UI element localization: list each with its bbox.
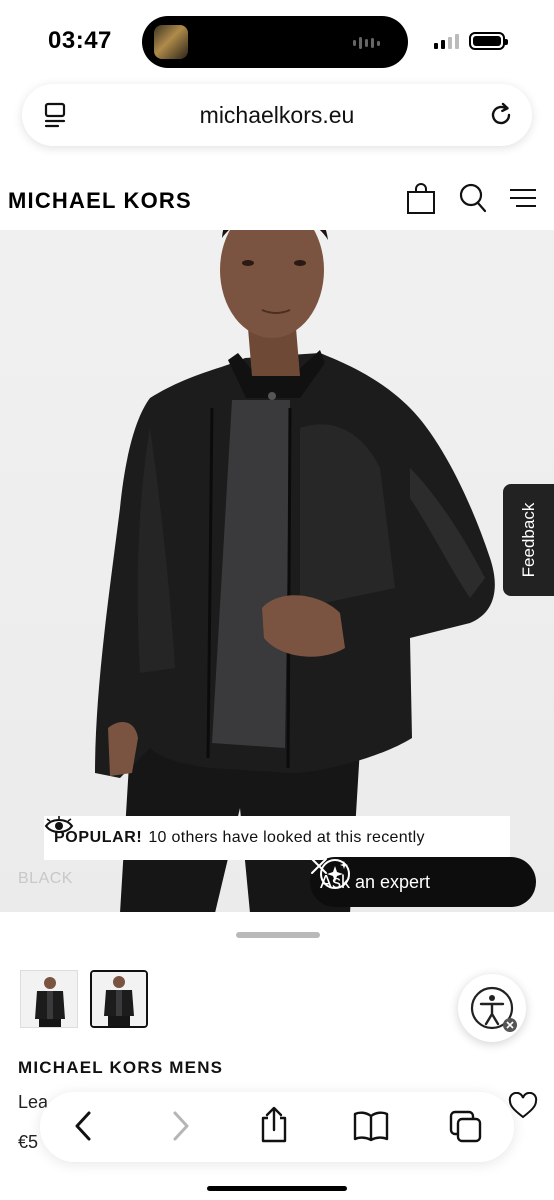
ask-an-expert-chip[interactable]: Ask an expert xyxy=(310,857,536,907)
model-illustration xyxy=(95,193,495,913)
product-hero-image[interactable]: Feedback POPULAR! 10 others have looked … xyxy=(0,168,554,913)
feedback-tab[interactable]: Feedback xyxy=(503,484,554,596)
audio-wave-icon xyxy=(353,37,380,49)
home-indicator xyxy=(207,1186,347,1191)
close-icon[interactable] xyxy=(310,857,328,875)
url-text[interactable]: michaelkors.eu xyxy=(22,102,532,129)
shopping-bag-icon[interactable] xyxy=(404,182,438,221)
hamburger-menu-icon[interactable] xyxy=(508,186,538,215)
dynamic-island[interactable] xyxy=(142,16,408,68)
feedback-label: Feedback xyxy=(518,502,538,578)
thumbnail-image xyxy=(92,972,146,1026)
product-thumbnail-selected[interactable] xyxy=(90,970,148,1028)
now-playing-artwork xyxy=(154,25,188,59)
back-icon[interactable] xyxy=(72,1110,94,1147)
popular-banner: POPULAR! 10 others have looked at this r… xyxy=(44,816,510,860)
popular-message: 10 others have looked at this recently xyxy=(148,829,425,846)
status-bar: 03:47 xyxy=(0,0,554,80)
forward-icon[interactable] xyxy=(170,1110,192,1147)
tab-overview-icon[interactable] xyxy=(448,1109,484,1150)
thumbnail-image xyxy=(21,971,77,1027)
search-icon[interactable] xyxy=(458,182,488,219)
site-header: MICHAEL KORS xyxy=(0,168,554,230)
color-name-label: BLACK xyxy=(18,870,73,887)
sheet-grabber[interactable] xyxy=(236,932,320,938)
bookmarks-icon[interactable] xyxy=(352,1110,390,1147)
cellular-signal-icon xyxy=(434,34,459,49)
address-bar[interactable]: michaelkors.eu xyxy=(22,84,532,146)
brand-logo[interactable]: MICHAEL KORS xyxy=(8,188,192,214)
product-brand: MICHAEL KORS MENS xyxy=(18,1058,224,1077)
accessibility-button[interactable] xyxy=(458,974,526,1042)
share-icon[interactable] xyxy=(258,1106,290,1149)
status-time: 03:47 xyxy=(48,27,112,54)
product-thumbnail[interactable] xyxy=(20,970,78,1028)
accessibility-icon xyxy=(470,986,517,1032)
eye-icon xyxy=(44,816,74,833)
browser-toolbar xyxy=(40,1092,514,1162)
reload-icon[interactable] xyxy=(488,100,514,133)
battery-icon xyxy=(469,32,508,50)
